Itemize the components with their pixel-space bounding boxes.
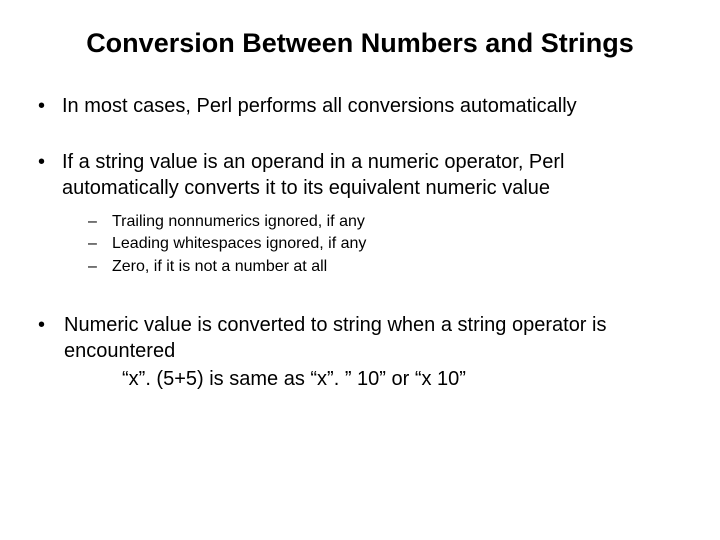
bullet-item-1: • In most cases, Perl performs all conve…: [34, 93, 686, 119]
sub-bullet-text: Trailing nonnumerics ignored, if any: [106, 211, 686, 233]
sub-bullet-text: Zero, if it is not a number at all: [106, 256, 686, 278]
sub-bullet-list: – Trailing nonnumerics ignored, if any –…: [88, 211, 686, 278]
dash-icon: –: [88, 211, 106, 233]
sub-bullet-item: – Leading whitespaces ignored, if any: [88, 233, 686, 255]
bullet-text: If a string value is an operand in a num…: [56, 149, 686, 201]
slide-title: Conversion Between Numbers and Strings: [34, 28, 686, 59]
bullet-item-2: • If a string value is an operand in a n…: [34, 149, 686, 201]
sub-bullet-item: – Zero, if it is not a number at all: [88, 256, 686, 278]
dash-icon: –: [88, 233, 106, 255]
bullet-dot-icon: •: [34, 312, 56, 364]
bullet-text: Numeric value is converted to string whe…: [56, 312, 686, 364]
bullet-text: In most cases, Perl performs all convers…: [56, 93, 686, 119]
dash-icon: –: [88, 256, 106, 278]
sub-bullet-text: Leading whitespaces ignored, if any: [106, 233, 686, 255]
bullet-item-3: • Numeric value is converted to string w…: [34, 312, 686, 364]
bullet-dot-icon: •: [34, 93, 56, 119]
sub-bullet-item: – Trailing nonnumerics ignored, if any: [88, 211, 686, 233]
bullet-dot-icon: •: [34, 149, 56, 201]
bullet-example-text: “x”. (5+5) is same as “x”. ” 10” or “x 1…: [122, 366, 686, 393]
